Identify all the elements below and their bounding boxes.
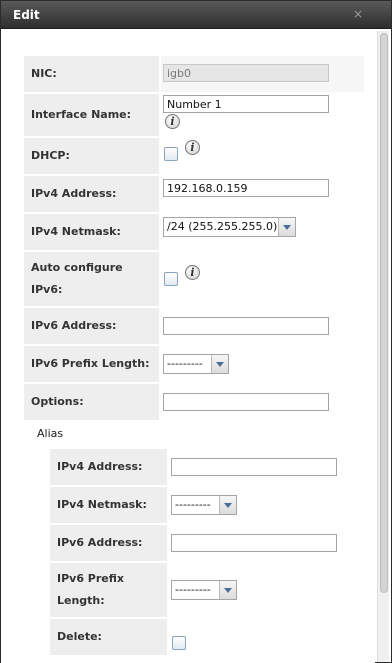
ipv6-address-value-cell — [161, 308, 364, 344]
interface-name-input[interactable] — [163, 95, 329, 113]
ipv6-address-row: IPv6 Address: — [24, 308, 364, 344]
info-icon[interactable]: i — [165, 114, 180, 129]
vertical-scrollbar[interactable] — [377, 31, 389, 662]
alias-ipv4-netmask-selected: --------- — [175, 498, 211, 511]
chevron-down-icon[interactable] — [219, 496, 236, 514]
alias-ipv4-address-value-cell — [169, 449, 350, 485]
edit-dialog: Edit × NIC: Interface Name: i DHCP: i — [0, 0, 392, 663]
alias-ipv6-address-value-cell — [169, 525, 350, 561]
ipv4-netmask-row: IPv4 Netmask: /24 (255.255.255.0) — [24, 214, 364, 250]
options-input[interactable] — [163, 393, 329, 411]
options-value-cell — [161, 384, 364, 420]
scrollbar-thumb[interactable] — [380, 33, 388, 593]
dhcp-label: DHCP: — [24, 138, 159, 174]
ipv6-prefix-label: IPv6 Prefix Length: — [24, 346, 159, 382]
auto-ipv6-row: Auto configure IPv6: i — [24, 252, 364, 306]
ipv6-address-input[interactable] — [163, 317, 329, 335]
dialog-content: NIC: Interface Name: i DHCP: i IPv4 Addr… — [1, 29, 375, 663]
alias-ipv4-netmask-select[interactable]: --------- — [171, 495, 237, 515]
alias-ipv4-address-label: IPv4 Address: — [50, 449, 167, 485]
dialog-title: Edit — [13, 8, 40, 22]
interface-name-label: Interface Name: — [24, 94, 159, 136]
alias-ipv6-prefix-label: IPv6 Prefix Length: — [50, 563, 167, 617]
alias-ipv6-address-row: IPv6 Address: — [50, 525, 350, 561]
alias-delete-row: Delete: — [50, 619, 350, 655]
options-row: Options: — [24, 384, 364, 420]
auto-ipv6-label: Auto configure IPv6: — [24, 252, 159, 306]
ipv4-netmask-value-cell: /24 (255.255.255.0) — [161, 214, 364, 250]
ipv6-prefix-select[interactable]: --------- — [163, 354, 229, 374]
ipv4-netmask-label: IPv4 Netmask: — [24, 214, 159, 250]
ipv4-netmask-select[interactable]: /24 (255.255.255.0) — [163, 217, 296, 237]
ipv4-address-value-cell — [161, 176, 364, 212]
ipv4-address-input[interactable] — [163, 179, 329, 197]
dhcp-checkbox[interactable] — [164, 147, 178, 161]
ipv4-address-row: IPv4 Address: — [24, 176, 364, 212]
info-icon[interactable]: i — [185, 140, 200, 155]
ipv6-prefix-row: IPv6 Prefix Length: --------- — [24, 346, 364, 382]
nic-value-cell — [161, 56, 364, 92]
alias-ipv6-address-input[interactable] — [171, 534, 337, 552]
info-icon[interactable]: i — [185, 265, 200, 280]
ipv6-prefix-selected: --------- — [167, 357, 203, 370]
chevron-down-icon[interactable] — [278, 218, 295, 236]
nic-field — [163, 64, 329, 82]
chevron-down-icon[interactable] — [211, 355, 228, 373]
alias-ipv4-netmask-value-cell: --------- — [169, 487, 350, 523]
chevron-down-icon[interactable] — [219, 581, 236, 599]
alias-delete-value-cell — [169, 619, 350, 655]
alias-ipv4-netmask-row: IPv4 Netmask: --------- — [50, 487, 350, 523]
nic-label: NIC: — [24, 56, 159, 92]
dhcp-value-cell: i — [161, 138, 364, 174]
nic-row: NIC: — [24, 56, 364, 92]
ipv4-netmask-selected: /24 (255.255.255.0) — [167, 220, 278, 233]
alias-ipv6-prefix-select[interactable]: --------- — [171, 580, 237, 600]
alias-ipv4-address-input[interactable] — [171, 458, 337, 476]
ipv6-address-label: IPv6 Address: — [24, 308, 159, 344]
alias-ipv6-prefix-value-cell: --------- — [169, 563, 350, 617]
ipv4-address-label: IPv4 Address: — [24, 176, 159, 212]
interface-name-row: Interface Name: i — [24, 94, 364, 136]
alias-ipv6-prefix-row: IPv6 Prefix Length: --------- — [50, 563, 350, 617]
dhcp-row: DHCP: i — [24, 138, 364, 174]
alias-ipv6-address-label: IPv6 Address: — [50, 525, 167, 561]
interface-name-value-cell: i — [161, 94, 364, 136]
options-label: Options: — [24, 384, 159, 420]
alias-ipv4-netmask-label: IPv4 Netmask: — [50, 487, 167, 523]
auto-ipv6-value-cell: i — [161, 252, 364, 306]
dialog-titlebar[interactable]: Edit × — [1, 1, 391, 29]
alias-delete-label: Delete: — [50, 619, 167, 655]
auto-ipv6-checkbox[interactable] — [164, 272, 178, 286]
alias-ipv4-address-row: IPv4 Address: — [50, 449, 350, 485]
ipv6-prefix-value-cell: --------- — [161, 346, 364, 382]
alias-ipv6-prefix-selected: --------- — [175, 583, 211, 596]
close-icon[interactable]: × — [351, 7, 365, 21]
alias-delete-checkbox[interactable] — [172, 636, 186, 650]
alias-heading: Alias — [37, 427, 64, 440]
